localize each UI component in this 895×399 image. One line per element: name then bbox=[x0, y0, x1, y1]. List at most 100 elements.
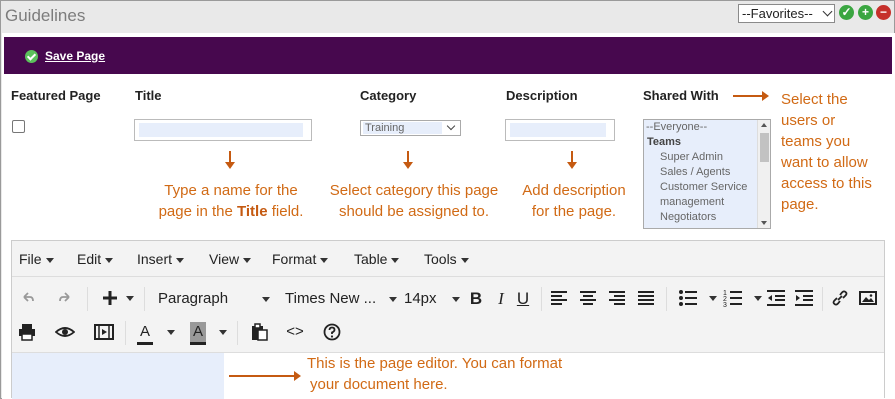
check-circle-icon[interactable]: ✓ bbox=[839, 5, 854, 20]
caret-down-icon bbox=[243, 257, 252, 263]
favorites-value: --Favorites-- bbox=[742, 6, 813, 21]
scroll-down-icon[interactable] bbox=[761, 221, 767, 225]
preview-icon[interactable] bbox=[55, 323, 75, 341]
menu-format[interactable]: Format bbox=[272, 251, 329, 267]
numbered-list-icon[interactable]: 123 bbox=[723, 288, 743, 308]
font-family-select[interactable]: Times New ... bbox=[285, 289, 397, 309]
category-value: Training bbox=[365, 122, 405, 134]
source-code-icon[interactable]: <> bbox=[285, 322, 305, 342]
shared-with-listbox[interactable]: --Everyone-- Teams Super Admin Sales / Agen… bbox=[643, 119, 771, 229]
listbox-option[interactable]: Super Admin bbox=[644, 150, 770, 165]
caret-down-icon bbox=[389, 297, 397, 302]
image-icon[interactable] bbox=[859, 289, 877, 307]
title-bar: Guidelines --Favorites-- ✓ + − bbox=[1, 1, 894, 33]
bullet-list-icon[interactable] bbox=[678, 289, 698, 307]
justify-icon[interactable] bbox=[637, 289, 655, 307]
editor-toolbar-row1: Paragraph Times New ... 14px B I U 123 bbox=[12, 287, 884, 311]
toolbar-divider bbox=[237, 321, 238, 345]
paragraph-style-select[interactable]: Paragraph bbox=[158, 289, 270, 309]
editor-note-line1: This is the page editor. You can format bbox=[307, 355, 563, 372]
background-color-icon[interactable]: A bbox=[190, 322, 206, 345]
plus-circle-icon[interactable]: + bbox=[858, 5, 873, 20]
menu-tools[interactable]: Tools bbox=[424, 251, 469, 267]
listbox-option[interactable]: --Everyone-- bbox=[644, 120, 770, 135]
caret-down-icon bbox=[262, 297, 270, 302]
shared-with-header: Shared With bbox=[643, 88, 719, 103]
shared-note-line: access to this bbox=[781, 175, 872, 192]
title-note: Type a name for the page in the Title fi… bbox=[146, 180, 316, 222]
listbox-option[interactable]: Negotiators bbox=[644, 210, 770, 225]
listbox-option[interactable]: management bbox=[644, 195, 770, 210]
underline-icon[interactable]: U bbox=[514, 289, 532, 309]
shared-note-line: teams you bbox=[781, 133, 851, 150]
menu-file[interactable]: File bbox=[19, 251, 54, 267]
caret-down-icon[interactable] bbox=[219, 330, 227, 335]
category-header: Category bbox=[360, 88, 417, 103]
caret-down-icon[interactable] bbox=[754, 296, 762, 301]
save-page-link[interactable]: Save Page bbox=[45, 49, 105, 63]
shared-note-line: Select the bbox=[781, 91, 848, 108]
bold-icon[interactable]: B bbox=[467, 289, 485, 309]
caret-down-icon bbox=[391, 257, 400, 263]
caret-down-icon[interactable] bbox=[126, 296, 134, 301]
print-icon[interactable] bbox=[18, 323, 36, 341]
chevron-down-icon bbox=[446, 121, 456, 131]
scroll-up-icon[interactable] bbox=[761, 123, 767, 127]
align-right-icon[interactable] bbox=[608, 289, 626, 307]
favorites-dropdown[interactable]: --Favorites-- bbox=[738, 4, 835, 23]
listbox-option[interactable]: Sales / Agents bbox=[644, 165, 770, 180]
title-note-line1: Type a name for the bbox=[164, 182, 298, 199]
undo-icon[interactable] bbox=[19, 289, 37, 307]
editor-arrow bbox=[229, 371, 301, 381]
minus-circle-icon[interactable]: − bbox=[876, 5, 891, 20]
shared-arrow bbox=[733, 91, 769, 101]
outdent-icon[interactable] bbox=[766, 289, 786, 307]
italic-icon[interactable]: I bbox=[492, 289, 510, 309]
featured-page-checkbox[interactable] bbox=[12, 120, 25, 133]
category-arrow bbox=[403, 151, 413, 169]
title-input[interactable] bbox=[134, 119, 312, 141]
description-input[interactable] bbox=[505, 119, 615, 141]
editor-toolbar-row2: A A <> bbox=[12, 321, 884, 345]
shared-note-line: page. bbox=[781, 196, 819, 213]
title-note-line2: page in the Title field. bbox=[158, 203, 304, 220]
description-note-line2: for the page. bbox=[531, 203, 617, 220]
menu-insert[interactable]: Insert bbox=[137, 251, 185, 267]
title-header: Title bbox=[135, 88, 162, 103]
caret-down-icon bbox=[320, 257, 329, 263]
svg-text:3: 3 bbox=[723, 302, 727, 308]
toolbar-divider bbox=[822, 287, 823, 311]
media-icon[interactable] bbox=[94, 323, 114, 341]
listbox-scrollbar[interactable] bbox=[757, 120, 770, 228]
align-center-icon[interactable] bbox=[579, 289, 597, 307]
description-header: Description bbox=[506, 88, 578, 103]
toolbar-divider bbox=[144, 287, 145, 311]
insert-plus-icon[interactable] bbox=[100, 288, 120, 308]
category-note-line2: should be assigned to. bbox=[338, 203, 490, 220]
category-note-line1: Select category this page bbox=[329, 182, 499, 199]
save-check-icon[interactable] bbox=[25, 50, 38, 63]
font-size-select[interactable]: 14px bbox=[404, 289, 460, 309]
listbox-option[interactable]: Customer Service bbox=[644, 180, 770, 195]
menu-view[interactable]: View bbox=[209, 251, 252, 267]
indent-icon[interactable] bbox=[794, 289, 814, 307]
redo-icon[interactable] bbox=[56, 289, 74, 307]
scroll-thumb[interactable] bbox=[760, 133, 769, 162]
help-icon[interactable] bbox=[323, 323, 341, 341]
menu-table[interactable]: Table bbox=[354, 251, 400, 267]
link-icon[interactable] bbox=[831, 289, 849, 307]
caret-down-icon[interactable] bbox=[709, 296, 717, 301]
paste-icon[interactable] bbox=[250, 323, 268, 341]
caret-down-icon[interactable] bbox=[167, 330, 175, 335]
category-select[interactable]: Training bbox=[360, 120, 461, 136]
editor-note: This is the page editor. You can format … bbox=[307, 353, 597, 395]
window-title: Guidelines bbox=[5, 6, 86, 25]
text-color-icon[interactable]: A bbox=[137, 322, 153, 345]
document-highlight bbox=[12, 353, 224, 399]
menu-edit[interactable]: Edit bbox=[77, 251, 114, 267]
editor-note-line2: your document here. bbox=[310, 376, 448, 393]
toolbar-divider bbox=[666, 287, 667, 311]
caret-down-icon bbox=[45, 257, 54, 263]
caret-down-icon bbox=[105, 257, 114, 263]
align-left-icon[interactable] bbox=[550, 289, 568, 307]
